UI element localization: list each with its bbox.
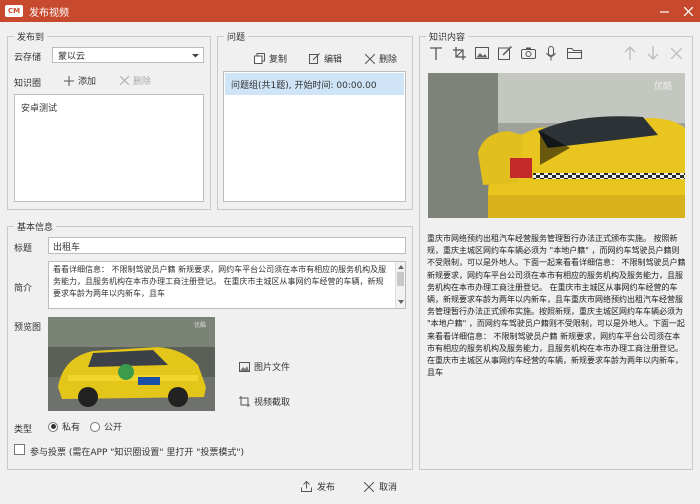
add-circle-button[interactable]: 添加 [64, 74, 96, 87]
vote-label: 参与投票 (需在APP "知识圈设置" 里打开 "投票模式") [30, 448, 245, 458]
radio-circle [90, 421, 100, 432]
chevron-down-icon [192, 54, 199, 58]
knowledge-article-text: 重庆市网络预约出租汽车经营服务管理暂行办法正式颁布实施。 按照新规，重庆主城区网… [427, 234, 686, 378]
publish-label: 发布 [317, 483, 336, 493]
delete-circle-button[interactable]: 删除 [120, 74, 151, 87]
image-icon [239, 361, 250, 372]
question-list[interactable]: 问题组(共1题), 开始时间: 00:00.00 [223, 71, 406, 202]
knowledge-legend: 知识内容 [429, 33, 466, 43]
type-public-label: 公开 [104, 423, 123, 433]
title-input[interactable]: 出租车 [48, 237, 406, 254]
radio-circle [48, 421, 58, 432]
app-logo: CM [5, 5, 23, 17]
cancel-button[interactable]: 取消 [364, 480, 397, 493]
cloud-storage-value: 蒙以云 [58, 51, 86, 62]
type-public-radio[interactable]: 公开 [90, 420, 122, 433]
list-item[interactable]: 问题组(共1题), 开始时间: 00:00.00 [225, 73, 404, 95]
preview-label: 预览图 [14, 323, 42, 333]
basic-info-legend: 基本信息 [17, 223, 54, 233]
intro-scrollbar[interactable] [395, 262, 405, 308]
microphone-icon[interactable] [543, 45, 559, 61]
intro-text: 看看详细信息： 不限制驾驶员户籍 新规要求，网约车平台公司须在本市有相应的服务机… [53, 265, 387, 298]
preview-watermark: 优酷 [194, 321, 206, 329]
copy-button[interactable]: 复制 [254, 52, 287, 65]
cloud-storage-label: 云存储 [14, 53, 42, 63]
camera-icon[interactable] [520, 45, 536, 61]
scroll-thumb[interactable] [397, 272, 404, 286]
image-file-label: 图片文件 [254, 363, 291, 373]
intro-textarea[interactable]: 看看详细信息： 不限制驾驶员户籍 新规要求，网约车平台公司须在本市有相应的服务机… [48, 261, 406, 309]
video-capture-label: 视频截取 [254, 398, 291, 408]
video-capture-button[interactable]: 视频截取 [239, 395, 290, 408]
title-bar: CM 发布视频 [0, 0, 700, 22]
arrow-up-icon[interactable] [622, 45, 638, 61]
plus-icon [64, 75, 74, 86]
preview-image: 优酷 [48, 317, 215, 411]
publish-button[interactable]: 发布 [301, 480, 335, 493]
arrow-down-icon[interactable] [645, 45, 661, 61]
circle-list[interactable]: 安卓测试 [14, 94, 204, 202]
add-circle-label: 添加 [78, 77, 97, 87]
cloud-storage-select[interactable]: 蒙以云 [52, 47, 204, 63]
crop-icon [239, 396, 250, 407]
intro-label: 简介 [14, 284, 33, 294]
text-icon[interactable] [428, 45, 444, 61]
delete-circle-label: 删除 [133, 77, 152, 87]
folder-icon[interactable] [566, 45, 582, 61]
minimize-icon[interactable] [652, 0, 676, 22]
questions-legend: 问题 [227, 33, 246, 43]
image-file-button[interactable]: 图片文件 [239, 360, 290, 373]
vote-checkbox[interactable] [14, 444, 25, 455]
edit-icon [309, 53, 320, 64]
knowledge-video-frame[interactable]: 优酷 [428, 73, 685, 218]
upload-icon [301, 481, 312, 492]
cancel-label: 取消 [379, 483, 398, 493]
close-icon [365, 53, 375, 64]
delete-question-button[interactable]: 删除 [365, 52, 397, 65]
window-title: 发布视频 [29, 7, 69, 19]
image-icon[interactable] [474, 45, 490, 61]
crop-icon[interactable] [451, 45, 467, 61]
video-watermark: 优酷 [654, 80, 672, 92]
scroll-down-icon[interactable] [398, 300, 404, 305]
copy-label: 复制 [269, 55, 288, 65]
type-private-radio[interactable]: 私有 [48, 420, 80, 433]
list-item[interactable]: 安卓测试 [21, 101, 57, 114]
edit-button[interactable]: 编辑 [309, 52, 342, 65]
type-private-label: 私有 [62, 423, 81, 433]
close-icon [364, 481, 374, 492]
copy-icon [254, 53, 265, 64]
delete-question-label: 删除 [379, 55, 398, 65]
circle-label: 知识圈 [14, 79, 42, 89]
title-label: 标题 [14, 244, 33, 254]
edit-label: 编辑 [324, 55, 343, 65]
scroll-up-icon[interactable] [398, 265, 404, 270]
close-icon[interactable] [668, 45, 684, 61]
pen-icon[interactable] [497, 45, 513, 61]
close-icon [120, 76, 129, 85]
type-label: 类型 [14, 425, 33, 435]
close-icon[interactable] [676, 0, 700, 22]
publish-to-legend: 发布到 [17, 33, 45, 43]
